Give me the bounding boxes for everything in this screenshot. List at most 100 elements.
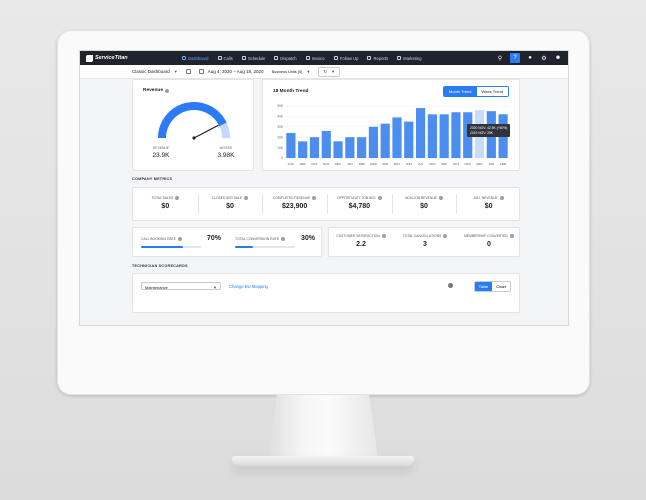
- info-icon[interactable]: [280, 237, 285, 241]
- info-icon[interactable]: [381, 234, 386, 238]
- tab-table[interactable]: Table: [474, 282, 493, 291]
- stat-label-text: MEMBERSHIP CONVERTED: [464, 234, 508, 238]
- chevron-down-icon: ▼: [331, 69, 336, 74]
- nav-item-label: Schedule: [247, 55, 266, 61]
- business-units-select[interactable]: Business Units (5) ▼: [272, 69, 311, 74]
- progress-track: [235, 246, 295, 248]
- info-icon[interactable]: [438, 196, 443, 200]
- x-tick-label: JAN: [347, 162, 353, 166]
- x-tick-label: MAR: [370, 162, 378, 166]
- rate-value: 30%: [300, 235, 315, 242]
- bar-may-9[interactable]: [392, 117, 402, 158]
- divider: [456, 194, 458, 214]
- x-tick-label: AUG: [429, 162, 436, 166]
- nav-item-follow-up[interactable]: Follow Up: [333, 55, 359, 61]
- x-tick-label: NOV: [323, 162, 330, 166]
- nav-item-invoice[interactable]: Invoice: [305, 56, 325, 61]
- missed-label: MISSED: [219, 146, 233, 150]
- progress-fill: [235, 246, 253, 248]
- bar-aug-12[interactable]: [427, 114, 437, 158]
- bar-feb-6[interactable]: [357, 137, 367, 158]
- info-icon[interactable]: [175, 196, 180, 200]
- brand-logo[interactable]: ServiceTitan: [86, 54, 182, 62]
- bar-aug-0[interactable]: [286, 133, 296, 158]
- nav-item-label: Follow Up: [339, 55, 359, 61]
- y-tick-label: 20K: [277, 135, 284, 139]
- tab-chart[interactable]: Chart: [492, 282, 510, 291]
- metric-label-text: TOTAL SALES: [151, 196, 174, 200]
- user-icon[interactable]: ☻: [554, 54, 562, 62]
- tooltip-line-1: 2020 NOV: 42.9K (+50%): [470, 126, 508, 130]
- divider: [327, 194, 328, 214]
- stat-value: 3: [423, 241, 427, 248]
- bar-apr-8[interactable]: [380, 123, 390, 158]
- nav-item-dashboard[interactable]: Dashboard: [182, 56, 209, 61]
- bar-nov-3[interactable]: [321, 130, 331, 158]
- x-tick-label: NOV: [464, 162, 471, 166]
- revenue-title: Revenue: [143, 88, 169, 93]
- bar-jun-10[interactable]: [404, 121, 414, 158]
- bar-oct-2[interactable]: [309, 137, 320, 158]
- info-icon[interactable]: [448, 283, 453, 288]
- metric-label: OPPORTUNITY JOB AVG: [327, 196, 392, 200]
- info-icon[interactable]: [177, 237, 182, 241]
- refresh-button[interactable]: ↻ ▼: [318, 66, 341, 77]
- gauge-pivot: [192, 136, 196, 140]
- dashboard-select[interactable]: Classic Dashboard ▼: [132, 69, 178, 74]
- bar-mar-7[interactable]: [368, 126, 379, 158]
- rates-card: CALL BOOKING RATE 70% TOTAL CONVERSION RAT…: [132, 227, 322, 257]
- info-icon[interactable]: [165, 88, 169, 93]
- stat-label: CUSTOMER SATISFACTION: [329, 234, 393, 238]
- bar-dec-4[interactable]: [333, 141, 343, 158]
- tab-week-trend[interactable]: Week Trend: [476, 87, 508, 96]
- info-icon[interactable]: [509, 234, 514, 238]
- metric-label: CLOSED AVG SALE: [198, 196, 263, 200]
- stat-label: MEMBERSHIP CONVERTED: [457, 234, 521, 238]
- help-icon[interactable]: ?: [510, 53, 520, 63]
- info-icon[interactable]: [443, 234, 448, 238]
- copy-icon[interactable]: [185, 69, 191, 74]
- change-bu-mapping-link[interactable]: Change BU Mapping: [229, 284, 268, 289]
- bar-oct-14[interactable]: [451, 112, 461, 158]
- chevron-down-icon: ▼: [306, 69, 311, 74]
- revenue-title-text: Revenue: [143, 88, 163, 93]
- bu-dropdown[interactable]: Maintenance ▼: [141, 282, 221, 290]
- bar-sep-1[interactable]: [298, 141, 308, 158]
- info-icon[interactable]: [244, 196, 249, 200]
- x-tick-label: DEC: [476, 162, 483, 166]
- nav-item-calls[interactable]: Calls: [217, 56, 233, 61]
- divider: [262, 194, 264, 214]
- metric-value: $0: [484, 203, 493, 210]
- nav-item-schedule[interactable]: Schedule: [241, 55, 266, 61]
- info-icon[interactable]: [499, 196, 504, 200]
- nav-item-dispatch[interactable]: Dispatch: [274, 56, 297, 61]
- metric-label-text: COMPLETED REVENUE: [272, 196, 311, 200]
- gauge-svg: [158, 102, 230, 140]
- search-icon[interactable]: ⚲: [496, 54, 504, 62]
- date-range-picker[interactable]: Aug 4, 2020 – Aug 18, 2020: [198, 69, 264, 74]
- bar-jan-5[interactable]: [345, 137, 355, 158]
- x-tick-label: SEP: [300, 162, 306, 166]
- x-tick-label: AUG: [288, 162, 295, 166]
- bar-sep-13[interactable]: [439, 114, 449, 158]
- bar-jul-11[interactable]: [415, 108, 426, 158]
- tab-month-trend[interactable]: Month Trend: [444, 87, 477, 96]
- y-tick-label: 10K: [277, 146, 284, 150]
- x-tick-label: JAN: [488, 162, 494, 166]
- x-tick-label: APR: [382, 162, 389, 166]
- divider: [391, 194, 393, 214]
- x-tick-label: FEB: [359, 162, 365, 166]
- progress-fill: [141, 246, 183, 248]
- trend-card: 18 Month Trend Month Trend Week Trend 0 1…: [262, 79, 520, 171]
- nav-item-reports[interactable]: Reports: [367, 56, 388, 61]
- info-icon[interactable]: [377, 196, 382, 200]
- revenue-card: Revenue REVENUE 23.9K MISSED 3.98K: [132, 79, 254, 171]
- notifications-icon[interactable]: ●: [526, 54, 534, 62]
- gear-icon[interactable]: ⚙: [540, 54, 548, 62]
- nav-icon: [217, 56, 222, 60]
- metric-non-job-revenue: NON-JOB REVENUE $0: [392, 196, 457, 210]
- nav-item-marketing[interactable]: Marketing: [397, 56, 422, 61]
- x-tick-label: OCT: [311, 162, 318, 166]
- info-icon[interactable]: [312, 196, 317, 200]
- gauge-fill: [158, 102, 227, 139]
